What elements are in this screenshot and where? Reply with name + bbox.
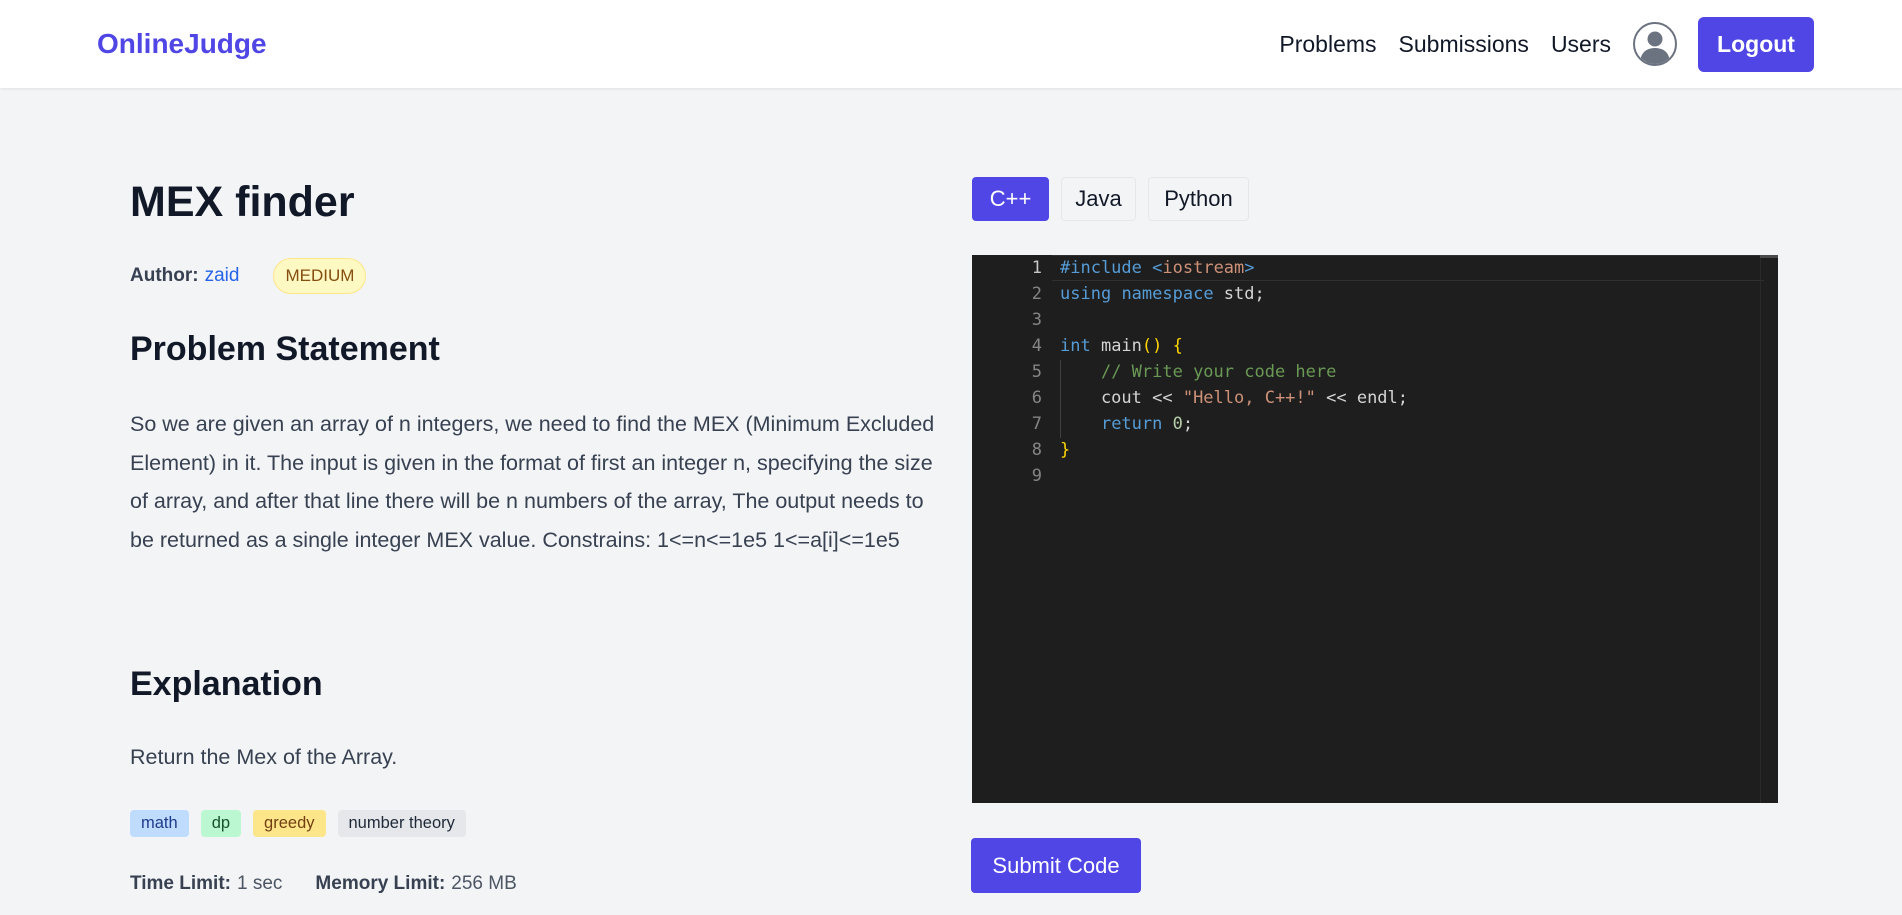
logout-button[interactable]: Logout (1698, 16, 1814, 72)
code-line: int main() { (1060, 336, 1183, 356)
tab-java[interactable]: Java (1061, 177, 1136, 221)
line-number: 2 (1031, 284, 1042, 304)
line-number: 4 (1031, 336, 1042, 356)
statement-heading: Problem Statement (130, 330, 440, 368)
memory-limit-value: 256 MB (451, 873, 517, 894)
code-line: } (1060, 440, 1071, 460)
editor-scrollbar[interactable] (1760, 255, 1778, 803)
memory-limit-label: Memory Limit: (315, 873, 446, 894)
line-number-gutter: 1 2 3 4 5 6 7 8 9 (972, 255, 1042, 803)
code-line: using namespace std; (1060, 284, 1265, 304)
line-number: 3 (1031, 310, 1042, 330)
line-number: 7 (1031, 414, 1042, 434)
line-number: 6 (1031, 388, 1042, 408)
explanation-heading: Explanation (130, 665, 323, 703)
code-editor[interactable]: 1 2 3 4 5 6 7 8 9 #include <iostream> us… (972, 255, 1778, 803)
difficulty-badge: MEDIUM (273, 258, 367, 294)
nav-link-problems[interactable]: Problems (1279, 31, 1376, 58)
time-limit-value: 1 sec (237, 873, 283, 894)
nav-link-submissions[interactable]: Submissions (1399, 31, 1529, 58)
tag-list: math dp greedy number theory (130, 810, 478, 837)
submit-code-button[interactable]: Submit Code (971, 838, 1141, 893)
problem-statement: So we are given an array of n integers, … (130, 412, 935, 552)
time-limit-label: Time Limit: (130, 873, 231, 894)
line-number: 9 (1031, 466, 1042, 486)
user-silhouette-icon (1640, 31, 1670, 64)
problem-title: MEX finder (130, 178, 355, 226)
brand-logo[interactable]: OnlineJudge (97, 28, 267, 60)
problem-limits: Time Limit: 1 sec Memory Limit: 256 MB (130, 873, 517, 895)
top-navbar: OnlineJudge Problems Submissions Users L… (0, 0, 1902, 88)
code-line: #include <iostream> (1060, 258, 1255, 278)
line-number: 5 (1031, 362, 1042, 382)
code-line: cout << "Hello, C++!" << endl; (1060, 388, 1409, 408)
user-avatar-icon[interactable] (1633, 22, 1677, 66)
tab-python[interactable]: Python (1148, 177, 1249, 221)
nav-links: Problems Submissions Users Logout (1279, 16, 1814, 72)
code-line: // Write your code here (1100, 362, 1337, 382)
scrollbar-thumb[interactable] (1760, 255, 1778, 258)
tag-greedy: greedy (253, 810, 326, 837)
language-tabs: C++ Java Python (972, 177, 1261, 221)
nav-link-users[interactable]: Users (1551, 31, 1611, 58)
problem-meta: Author: zaid MEDIUM (130, 258, 367, 294)
author-label: Author: (130, 265, 199, 286)
line-number: 8 (1031, 440, 1042, 460)
line-number: 1 (1031, 258, 1042, 278)
tab-cpp[interactable]: C++ (972, 177, 1049, 221)
code-line: return 0; (1100, 414, 1194, 434)
tag-dp: dp (200, 810, 242, 837)
tag-math: math (130, 810, 189, 837)
author-link[interactable]: zaid (205, 265, 240, 287)
explanation-text: Return the Mex of the Array. (130, 745, 398, 769)
tag-number-theory: number theory (337, 810, 466, 837)
